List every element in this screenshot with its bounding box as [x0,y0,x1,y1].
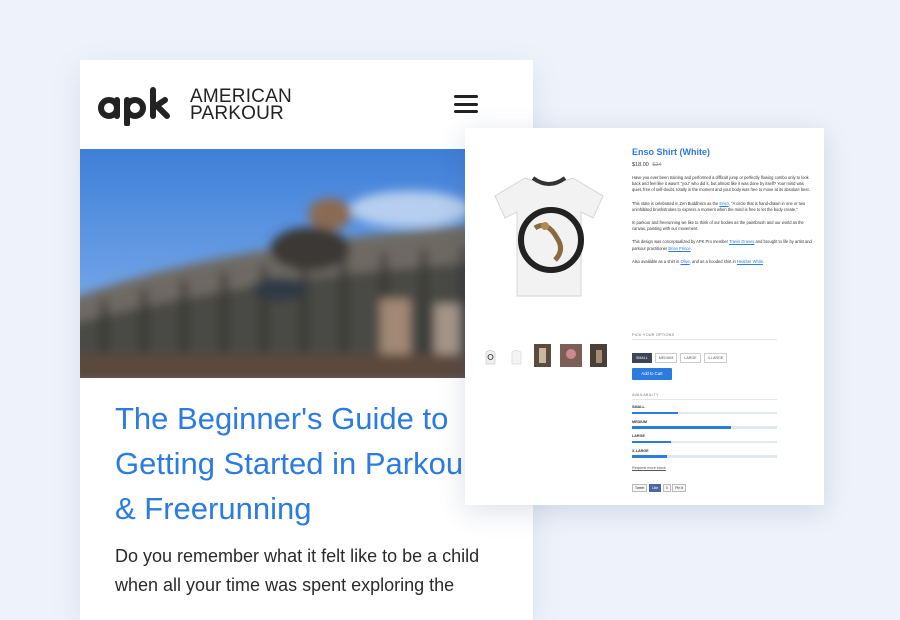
logo-line-2: PARKOUR [190,103,284,124]
thumbnail-5[interactable] [590,344,607,367]
size-medium-button[interactable]: MEDIUM [654,353,678,363]
pinterest-button[interactable]: Pin it [672,484,686,492]
desc-paragraph-2: This state is celebrated in Zen Buddhism… [632,200,806,212]
availability-bar-fill [632,426,731,429]
current-price: $18.00 [632,162,649,168]
desc-paragraph-4: This design was conceptualized by APK Pr… [632,239,812,251]
add-to-cart-button[interactable]: Add to Cart [632,368,672,380]
product-info: Enso Shirt (White) $18.00 $24 Have you e… [632,147,812,265]
facebook-like-button[interactable]: Like [648,484,662,492]
brian-prince-link[interactable]: Brian Prince [668,246,690,251]
desc-paragraph-5: Also available as a shirt in Olive, and … [632,258,765,264]
product-description: Have you ever been training and performe… [632,175,812,265]
availability-size-label: LARGE [632,434,645,438]
availability-row: SMALL [632,405,777,420]
availability-section: AVAILABILITY [632,393,777,400]
travis-graves-link[interactable]: Travis Graves [729,239,754,244]
options-section: PICK YOUR OPTIONS [632,333,777,340]
article-intro: Do you remember what it felt like to be … [115,546,480,595]
availability-row: X-LARGE [632,449,777,464]
logo-wordmark: AMERICAN PARKOUR [190,87,292,124]
old-price: $24 [652,162,662,168]
enso-link[interactable]: Ensō [719,201,728,206]
availability-bar-track [632,455,777,458]
olive-link[interactable]: Olive [680,259,689,264]
size-small-button[interactable]: SMALL [632,353,652,363]
availability-bar-track [632,440,777,443]
desc-paragraph-1: Have you ever been training and performe… [632,175,810,193]
availability-size-label: SMALL [632,405,645,409]
product-page-card: Enso Shirt (White) $18.00 $24 Have you e… [465,128,824,505]
social-buttons: Tweet Like 0 Pin it [632,476,688,494]
availability-bar-track [632,426,777,429]
tshirt-product-image[interactable] [485,164,613,304]
availability-bar-fill [632,440,672,443]
hamburger-menu-icon[interactable] [454,95,478,115]
product-price: $18.00 $24 [632,162,812,168]
options-divider [632,339,777,340]
availability-bar-fill [632,455,667,458]
thumbnail-1[interactable] [482,344,499,367]
product-title: Enso Shirt (White) [632,147,710,157]
thumbnail-3[interactable] [534,344,551,367]
request-stock-link[interactable]: Request more stock [632,466,666,470]
availability-row: LARGE [632,434,777,449]
desc-paragraph-3: In parkour and freerunning we like to th… [632,220,804,232]
apk-logo-icon[interactable] [97,86,177,126]
thumbnail-2[interactable] [508,344,525,367]
availability-bar-track [632,411,777,414]
availability-label: AVAILABILITY [632,393,659,397]
article-title[interactable]: The Beginner's Guide to Getting Started … [115,396,475,531]
options-label: PICK YOUR OPTIONS [632,333,675,337]
availability-row: MEDIUM [632,420,777,435]
size-large-button[interactable]: LARGE [680,353,701,363]
availability-bar-fill [632,411,679,414]
size-options: SMALL MEDIUM LARGE X-LARGE [632,346,730,364]
availability-list: SMALL MEDIUM LARGE X-LARGE [632,405,777,463]
availability-size-label: MEDIUM [632,419,647,424]
like-count: 0 [662,484,671,492]
size-xlarge-button[interactable]: X-LARGE [703,353,728,363]
availability-divider [632,399,777,400]
heather-white-link[interactable]: Heather White [737,259,763,264]
thumbnail-4[interactable] [560,344,582,367]
tweet-button[interactable]: Tweet [632,484,648,492]
availability-size-label: X-LARGE [632,448,649,453]
